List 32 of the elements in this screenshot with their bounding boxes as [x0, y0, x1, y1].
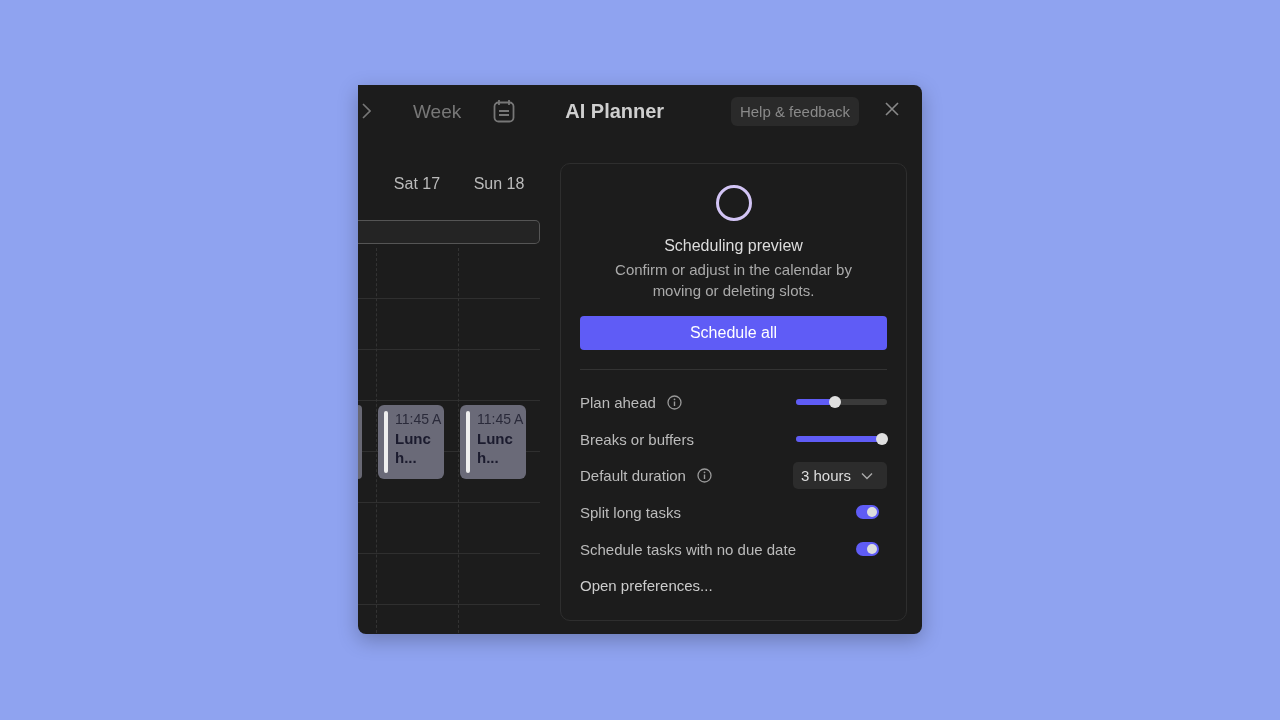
loading-spinner-icon	[714, 184, 753, 222]
slider[interactable]	[796, 436, 887, 443]
event-card[interactable]: 11:45 A Lunch...	[378, 405, 444, 479]
panel-description: Confirm or adjust in the calendar by moving or deleting slots.	[614, 260, 853, 301]
day-header: Sat 17	[393, 175, 441, 192]
day-header: Sun 18	[473, 175, 525, 192]
info-icon[interactable]	[696, 468, 712, 484]
info-icon[interactable]	[666, 394, 682, 410]
setting-label: Default duration	[580, 467, 686, 485]
duration-dropdown[interactable]: 3 hours	[793, 462, 887, 490]
slider[interactable]	[796, 399, 887, 406]
window-title: AI Planner	[565, 99, 665, 123]
toggle-switch[interactable]	[856, 505, 879, 520]
close-icon[interactable]	[885, 102, 899, 116]
event-card[interactable]: 11:45 A Lunch...	[460, 405, 526, 479]
toggle-switch[interactable]	[856, 542, 879, 557]
event-title: Lunch...	[477, 429, 514, 467]
event-title: Lunch...	[395, 429, 432, 467]
preferences-link[interactable]: Open preferences...	[580, 577, 713, 595]
chevron-down-icon	[861, 471, 874, 480]
setting-label: Breaks or buffers	[580, 430, 694, 448]
view-label[interactable]: Week	[413, 101, 462, 123]
event-time: 11:45 A	[395, 411, 442, 427]
schedule-all-button[interactable]: Schedule all	[580, 316, 887, 350]
event-time: 11:45 A	[477, 411, 524, 427]
setting-label: Split long tasks	[580, 503, 681, 521]
chevron-right-icon[interactable]	[361, 103, 371, 119]
panel-title: Scheduling preview	[664, 237, 803, 255]
setting-label: Plan ahead	[580, 393, 656, 411]
help-button[interactable]: Help & feedback	[730, 96, 859, 126]
setting-label: Schedule tasks with no due date	[580, 540, 796, 558]
calendar-icon[interactable]	[493, 99, 516, 123]
